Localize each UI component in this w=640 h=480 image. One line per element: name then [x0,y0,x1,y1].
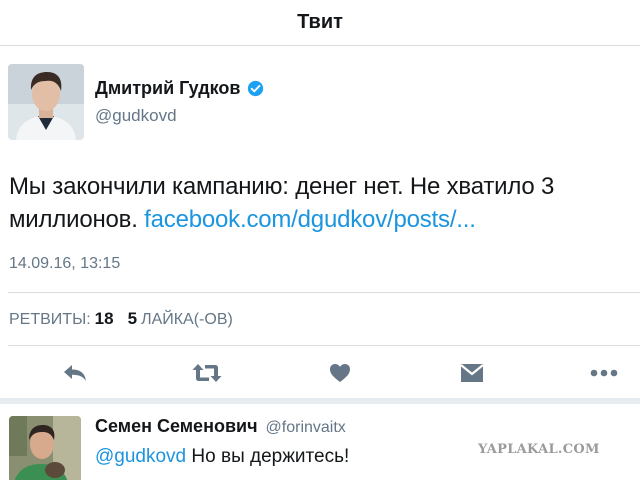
retweets-count[interactable]: 18 [95,309,114,329]
watermark: YAPLAKAL.COM [478,442,600,457]
nav-bar: Твит [0,0,640,46]
divider [8,292,640,293]
tweet-action-bar [0,350,640,396]
tweet-text: Мы закончили кампанию: денег нет. Не хва… [9,170,634,236]
author-handle[interactable]: @gudkovd [95,106,264,126]
page-title: Твит [297,11,343,33]
tweet-stats[interactable]: РЕТВИТЫ: 18 5 ЛАЙКА(-ОВ) [9,309,233,329]
reply-author-handle[interactable]: @forinvaitx [266,419,346,437]
reply-author-name[interactable]: Семен Семенович [95,416,258,437]
divider [8,345,640,346]
like-heart-icon [330,364,350,382]
likes-label[interactable]: ЛАЙКА(-ОВ) [141,311,233,329]
like-button[interactable] [323,358,357,388]
reply-icon [64,365,86,381]
reply-text: @gudkovd Но вы держитесь! [95,446,349,468]
reply-body: Но вы держитесь! [191,446,350,467]
retweets-label[interactable]: РЕТВИТЫ: [9,311,91,329]
tweet-author[interactable]: Дмитрий Гудков @gudkovd [8,64,264,140]
retweet-button[interactable] [190,358,224,388]
more-icon [590,369,618,377]
reply-mention-link[interactable]: @gudkovd [95,446,186,467]
direct-message-button[interactable] [455,358,489,388]
direct-message-icon [460,364,484,382]
reply-button[interactable] [58,358,92,388]
verified-badge-icon [247,80,263,97]
author-name[interactable]: Дмитрий Гудков [95,78,241,99]
author-avatar[interactable] [8,64,84,140]
tweet-link[interactable]: facebook.com/dgudkov/posts/... [144,206,476,233]
reply-author-avatar[interactable] [9,416,81,480]
retweet-icon [192,364,222,382]
likes-count[interactable]: 5 [128,309,137,329]
tweet-timestamp: 14.09.16, 13:15 [9,255,121,272]
more-button[interactable] [587,358,621,388]
